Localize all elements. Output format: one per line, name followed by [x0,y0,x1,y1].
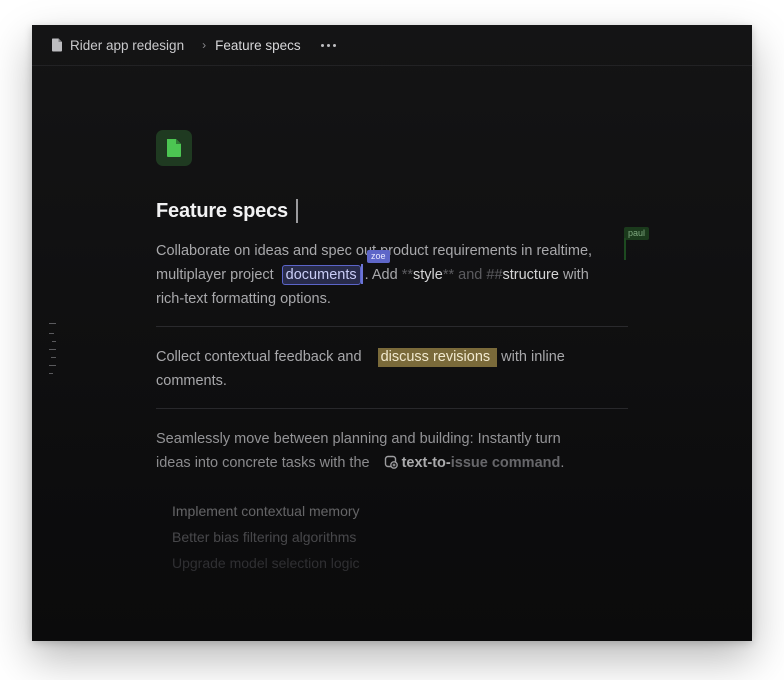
markdown-syntax: ** and [442,267,487,283]
top-bar: Rider app redesign › Feature specs [32,25,752,66]
text: Seamlessly move between planning and bui… [156,431,561,447]
text: . [560,455,565,471]
text: ideas into concrete tasks with the [156,455,370,471]
collaborator-tag-zoe: zoe [367,250,390,263]
outline-mark [49,373,53,374]
structure-text: structure [502,267,559,283]
issue-command-icon [384,455,398,469]
text: Collect contextual feedback and [156,349,362,365]
collaborator-tag-paul: paul [624,227,650,240]
dot [332,43,336,47]
text: with [558,267,589,283]
paragraph-planning[interactable]: Seamlessly move between planning and bui… [156,427,586,475]
dot [326,43,330,47]
outline-mark [49,323,56,324]
collaborator-cursor-zoe [360,264,363,284]
breadcrumb-page[interactable]: Feature specs [215,38,301,53]
task-item[interactable]: Upgrade model selection logic [172,550,360,576]
bold-text: style [413,267,443,283]
selection-documents[interactable]: documents [281,264,363,285]
outline-mark [52,341,56,342]
markdown-syntax: ## [486,267,503,283]
text: comments. [156,373,227,389]
divider [156,326,628,327]
task-item[interactable]: Implement contextual memory [172,498,360,524]
document-title[interactable]: Feature specs [156,200,288,223]
comment-highlight[interactable]: discuss revisions [377,348,498,367]
breadcrumb-project-label: Rider app redesign [70,37,185,53]
divider [156,408,628,409]
command-text[interactable]: issue [451,455,488,471]
text: . Add [364,267,402,283]
command-text[interactable]: text-to- [402,455,451,471]
more-options-button[interactable] [319,40,338,51]
outline-mark [49,333,54,334]
editor-window: Rider app redesign › Feature specs Featu… [32,25,752,641]
text: multiplayer project [156,267,274,283]
text: with inline [497,349,565,365]
breadcrumb-separator: › [202,38,207,52]
task-list: Implement contextual memory Better bias … [172,498,360,576]
outline-mark [49,365,56,366]
breadcrumb-project[interactable]: Rider app redesign [51,38,184,53]
markdown-syntax: ** [401,267,413,283]
command-text[interactable]: command [488,455,561,471]
file-icon [52,38,62,52]
text-cursor [295,199,298,223]
task-item[interactable]: Better bias filtering algorithms [172,524,360,550]
outline-mark [51,357,56,358]
text: rich-text formatting options. [156,291,331,307]
document-glyph [167,139,181,157]
collaborator-cursor-paul [624,238,626,260]
document-icon[interactable] [156,130,192,166]
paragraph-feedback[interactable]: Collect contextual feedback and discuss r… [156,345,606,393]
outline-mark [49,349,56,350]
selected-word: documents [285,267,357,283]
title-row: Feature specs [156,199,298,223]
dot [320,43,324,47]
